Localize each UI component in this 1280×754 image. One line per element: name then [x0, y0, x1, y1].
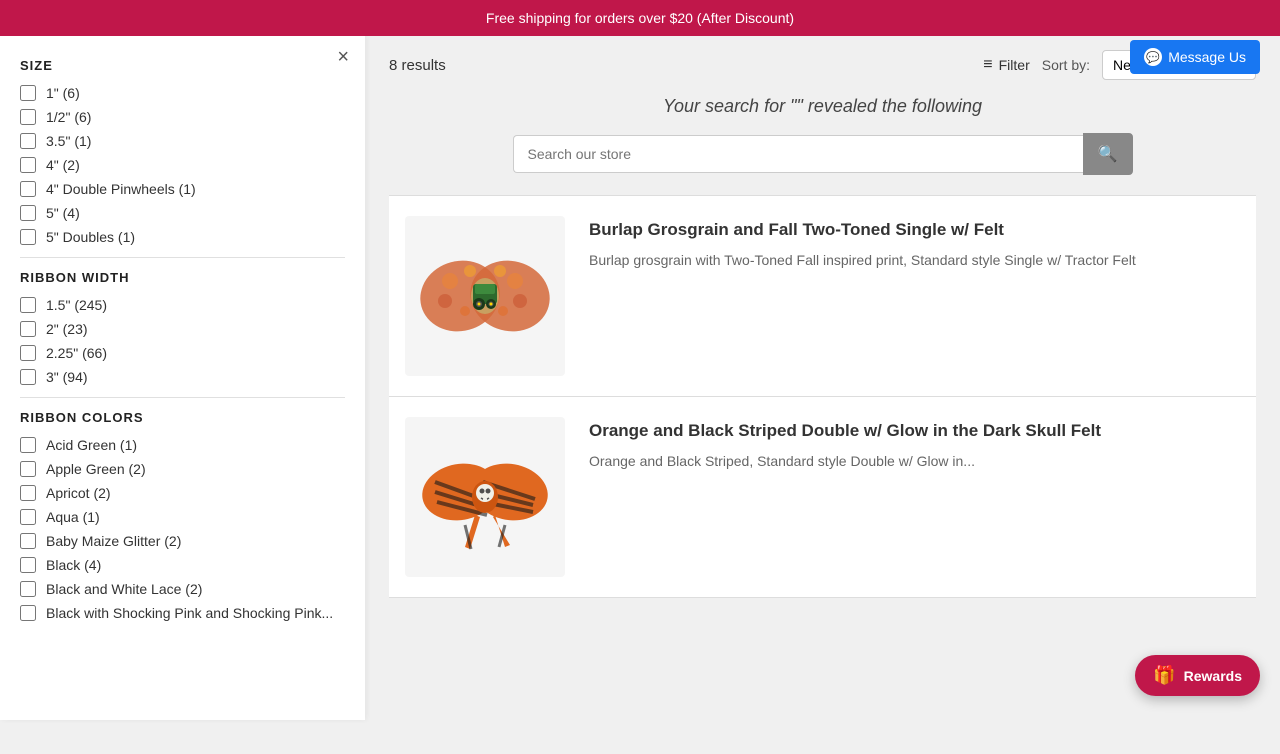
ribbon-color-filter-item[interactable]: Black (4) [20, 557, 345, 573]
size-checkbox[interactable] [20, 181, 36, 197]
ribbon-width-checkbox[interactable] [20, 321, 36, 337]
ribbon-width-label: 3" (94) [46, 369, 88, 385]
ribbon-color-label: Black (4) [46, 557, 101, 573]
ribbon-color-filter-item[interactable]: Apricot (2) [20, 485, 345, 501]
results-header: 8 results ≡ Filter Sort by: Newest Arriv… [389, 50, 1256, 80]
ribbon-color-checkbox[interactable] [20, 461, 36, 477]
ribbon-color-checkbox[interactable] [20, 437, 36, 453]
ribbon-colors-section-title: RIBBON COLORS [20, 410, 345, 425]
ribbon-width-checkbox[interactable] [20, 369, 36, 385]
product-title-2: Orange and Black Striped Double w/ Glow … [589, 421, 1240, 441]
size-checkbox[interactable] [20, 157, 36, 173]
messenger-icon [1144, 48, 1162, 66]
message-us-button[interactable]: Message Us [1130, 40, 1260, 74]
size-filter-item[interactable]: 4" Double Pinwheels (1) [20, 181, 345, 197]
filter-icon: ≡ [983, 56, 992, 74]
search-input[interactable] [513, 135, 1083, 173]
size-label: 5" (4) [46, 205, 80, 221]
size-label: 4" Double Pinwheels (1) [46, 181, 196, 197]
ribbon-width-section-title: RIBBON WIDTH [20, 270, 345, 285]
size-section-title: SIZE [20, 58, 345, 73]
search-button[interactable]: 🔍 [1083, 133, 1133, 175]
sidebar: × SIZE 1" (6) 1/2" (6) 3.5" (1) 4" (2) 4" Do… [0, 34, 365, 720]
rewards-icon: 🎁 [1153, 665, 1175, 686]
ribbon-color-checkbox[interactable] [20, 605, 36, 621]
bow-image-2 [415, 427, 555, 567]
ribbon-color-label: Baby Maize Glitter (2) [46, 533, 181, 549]
banner-text: Free shipping for orders over $20 (After… [486, 10, 794, 26]
ribbon-color-filter-item[interactable]: Apple Green (2) [20, 461, 345, 477]
ribbon-width-filter-group: 1.5" (245) 2" (23) 2.25" (66) 3" (94) [20, 297, 345, 385]
ribbon-width-checkbox[interactable] [20, 297, 36, 313]
content-area: 8 results ≡ Filter Sort by: Newest Arriv… [365, 34, 1280, 720]
sort-label: Sort by: [1042, 57, 1090, 73]
size-checkbox[interactable] [20, 109, 36, 125]
size-filter-item[interactable]: 5" Doubles (1) [20, 229, 345, 245]
ribbon-color-filter-item[interactable]: Acid Green (1) [20, 437, 345, 453]
ribbon-color-filter-item[interactable]: Baby Maize Glitter (2) [20, 533, 345, 549]
results-count: 8 results [389, 57, 446, 74]
message-us-label: Message Us [1168, 49, 1246, 65]
product-info-2: Orange and Black Striped Double w/ Glow … [589, 417, 1240, 472]
ribbon-width-filter-item[interactable]: 1.5" (245) [20, 297, 345, 313]
product-info-1: Burlap Grosgrain and Fall Two-Toned Sing… [589, 216, 1240, 271]
ribbon-color-checkbox[interactable] [20, 533, 36, 549]
size-filter-item[interactable]: 1/2" (6) [20, 109, 345, 125]
size-filter-item[interactable]: 3.5" (1) [20, 133, 345, 149]
bow-image-1 [415, 226, 555, 366]
product-image-2 [405, 417, 565, 577]
ribbon-width-filter-item[interactable]: 2.25" (66) [20, 345, 345, 361]
ribbon-color-label: Black with Shocking Pink and Shocking Pi… [46, 605, 333, 621]
ribbon-color-label: Apple Green (2) [46, 461, 146, 477]
ribbon-color-label: Acid Green (1) [46, 437, 137, 453]
size-filter-item[interactable]: 5" (4) [20, 205, 345, 221]
ribbon-width-filter-item[interactable]: 3" (94) [20, 369, 345, 385]
size-label: 5" Doubles (1) [46, 229, 135, 245]
size-label: 1/2" (6) [46, 109, 91, 125]
size-checkbox[interactable] [20, 85, 36, 101]
ribbon-color-label: Apricot (2) [46, 485, 111, 501]
ribbon-colors-filter-group: Acid Green (1) Apple Green (2) Apricot (2)… [20, 437, 345, 621]
close-button[interactable]: × [337, 46, 349, 69]
filter-button[interactable]: ≡ Filter [983, 56, 1029, 74]
product-desc-2: Orange and Black Striped, Standard style… [589, 451, 1240, 472]
ribbon-color-filter-item[interactable]: Black and White Lace (2) [20, 581, 345, 597]
ribbon-width-filter-item[interactable]: 2" (23) [20, 321, 345, 337]
rewards-button[interactable]: 🎁 Rewards [1135, 655, 1260, 696]
top-banner: Free shipping for orders over $20 (After… [0, 0, 1280, 36]
search-bar: 🔍 [513, 133, 1133, 175]
size-filter-group: 1" (6) 1/2" (6) 3.5" (1) 4" (2) 4" Double Pi… [20, 85, 345, 245]
ribbon-color-filter-item[interactable]: Black with Shocking Pink and Shocking Pi… [20, 605, 345, 621]
ribbon-width-label: 1.5" (245) [46, 297, 107, 313]
search-bar-container: Your search for "" revealed the followin… [389, 96, 1256, 175]
rewards-label: Rewards [1184, 668, 1242, 684]
size-filter-item[interactable]: 4" (2) [20, 157, 345, 173]
product-list: Burlap Grosgrain and Fall Two-Toned Sing… [389, 195, 1256, 598]
ribbon-color-checkbox[interactable] [20, 581, 36, 597]
size-checkbox[interactable] [20, 229, 36, 245]
ribbon-color-label: Aqua (1) [46, 509, 100, 525]
ribbon-color-checkbox[interactable] [20, 509, 36, 525]
ribbon-width-label: 2.25" (66) [46, 345, 107, 361]
size-checkbox[interactable] [20, 205, 36, 221]
ribbon-color-label: Black and White Lace (2) [46, 581, 202, 597]
ribbon-color-checkbox[interactable] [20, 557, 36, 573]
ribbon-color-checkbox[interactable] [20, 485, 36, 501]
size-label: 1" (6) [46, 85, 80, 101]
size-filter-item[interactable]: 1" (6) [20, 85, 345, 101]
product-item: Burlap Grosgrain and Fall Two-Toned Sing… [389, 195, 1256, 397]
size-label: 4" (2) [46, 157, 80, 173]
ribbon-width-checkbox[interactable] [20, 345, 36, 361]
product-item: Orange and Black Striped Double w/ Glow … [389, 397, 1256, 598]
product-desc-1: Burlap grosgrain with Two-Toned Fall ins… [589, 250, 1240, 271]
size-label: 3.5" (1) [46, 133, 91, 149]
filter-label: Filter [999, 57, 1030, 73]
ribbon-width-label: 2" (23) [46, 321, 88, 337]
size-checkbox[interactable] [20, 133, 36, 149]
ribbon-color-filter-item[interactable]: Aqua (1) [20, 509, 345, 525]
product-title-1: Burlap Grosgrain and Fall Two-Toned Sing… [589, 220, 1240, 240]
product-image-1 [405, 216, 565, 376]
search-message: Your search for "" revealed the followin… [389, 96, 1256, 117]
